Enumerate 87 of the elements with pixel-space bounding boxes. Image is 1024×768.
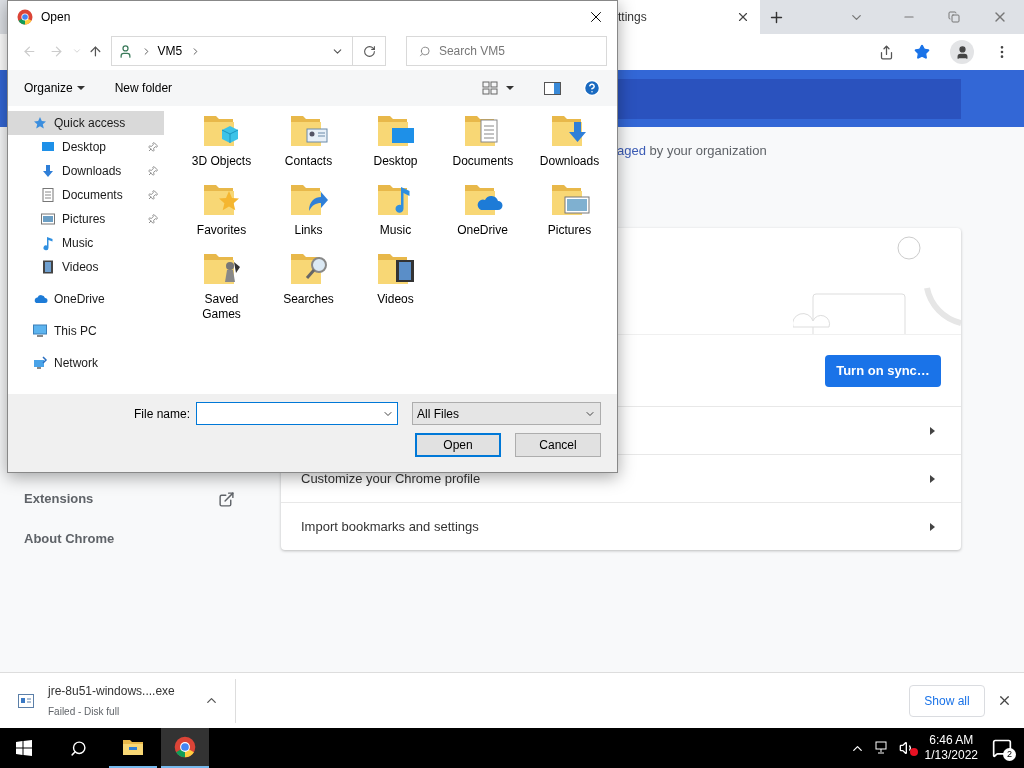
turn-on-sync-button[interactable]: Turn on sync… — [825, 354, 941, 387]
file-type-dropdown[interactable]: All Files — [412, 402, 601, 425]
settings-nav-item[interactable]: About Chrome — [24, 527, 235, 551]
nav-pane-label: Network — [54, 355, 99, 372]
folder-item[interactable]: Documents — [439, 110, 526, 178]
nav-pane-item[interactable]: This PC — [8, 319, 164, 343]
nav-pane-label: This PC — [54, 323, 98, 340]
folder-item[interactable]: Music — [352, 179, 439, 247]
chevron-icon[interactable] — [930, 426, 935, 435]
picture-icon — [40, 211, 56, 227]
notifications-icon[interactable] — [992, 738, 1012, 758]
nav-pane-item[interactable]: Desktop — [8, 135, 164, 159]
show-all-button[interactable]: Show all — [909, 684, 985, 717]
folder-item[interactable]: OneDrive — [439, 179, 526, 247]
search-input[interactable]: Search VM5 — [438, 42, 594, 60]
nav-pane-label: OneDrive — [54, 291, 106, 308]
nav-pane-label: Documents — [62, 187, 124, 204]
network-icon — [32, 355, 48, 371]
nav-pane-item[interactable]: Quick access — [8, 111, 164, 135]
clock-time[interactable]: 6:46 AM — [929, 733, 974, 748]
document-icon — [40, 187, 56, 203]
folder-item[interactable]: Saved Games — [178, 248, 265, 322]
address-bar[interactable]: VM5 — [110, 36, 387, 66]
share-icon[interactable] — [879, 44, 894, 60]
profile-avatar-icon[interactable] — [950, 40, 974, 64]
nav-pane-item[interactable]: Music — [8, 231, 164, 255]
clock-date[interactable]: 1/13/2022 — [924, 748, 978, 763]
search-icon — [419, 44, 431, 58]
folder-item[interactable]: Desktop — [352, 110, 439, 178]
nav-pane-label: Desktop — [62, 139, 108, 156]
chrome-taskbar-icon[interactable] — [161, 728, 209, 768]
file-name-label: File name: — [133, 405, 190, 423]
nav-pane-label: Music — [62, 235, 95, 252]
close-tab-icon[interactable] — [736, 10, 750, 24]
notification-count-badge: 2 — [1003, 748, 1016, 761]
close-download-bar-icon[interactable] — [997, 693, 1012, 708]
nav-pane-item[interactable]: Downloads — [8, 159, 164, 183]
bookmark-star-icon[interactable] — [914, 44, 930, 60]
download-icon — [40, 163, 56, 179]
dialog-button[interactable]: Cancel — [515, 433, 601, 457]
dialog-title: Open — [41, 8, 72, 26]
search-icon[interactable] — [70, 739, 87, 757]
folder-item[interactable]: Contacts — [265, 110, 352, 178]
nav-pane-item[interactable]: Documents — [8, 183, 164, 207]
nav-pane-label: Quick access — [54, 115, 127, 132]
settings-nav-item[interactable]: Extensions — [24, 487, 235, 511]
nav-pane-item[interactable]: OneDrive — [8, 287, 164, 311]
view-options-icon[interactable] — [482, 81, 498, 95]
view-dropdown-icon[interactable] — [506, 86, 514, 90]
nav-pane-item[interactable]: Pictures — [8, 207, 164, 231]
new-folder-button[interactable]: New folder — [114, 79, 173, 97]
folder-item[interactable]: Pictures — [526, 179, 613, 247]
folder-item[interactable]: Downloads — [526, 110, 613, 178]
nav-pane-label: Videos — [62, 259, 100, 276]
breadcrumb-item[interactable]: VM5 — [157, 42, 183, 60]
start-windows-icon[interactable] — [16, 740, 32, 756]
folder-item[interactable]: 3D Objects — [178, 110, 265, 178]
preview-pane-icon[interactable] — [544, 81, 561, 95]
managed-link[interactable]: aged — [617, 143, 646, 158]
nav-pane-item[interactable]: Network — [8, 351, 164, 375]
nav-pane-label: Downloads — [62, 163, 123, 180]
dialog-button[interactable]: Open — [415, 433, 501, 457]
nav-pane-label: Pictures — [62, 211, 107, 228]
installer-file-icon — [18, 693, 34, 708]
file-name-field[interactable] — [196, 402, 398, 425]
download-status: Failed - Disk full — [48, 705, 121, 719]
video-icon — [40, 259, 56, 275]
managed-notice: aged by your organization — [617, 143, 767, 158]
settings-row[interactable]: Import bookmarks and settings — [281, 502, 961, 550]
search-field[interactable]: Search VM5 — [406, 36, 607, 66]
refresh-icon[interactable] — [362, 44, 376, 58]
music-icon — [40, 235, 56, 251]
folder-item[interactable]: Links — [265, 179, 352, 247]
chrome-logo-icon — [17, 8, 33, 25]
star-icon — [32, 115, 48, 131]
pc-icon — [32, 323, 48, 339]
help-icon[interactable] — [583, 79, 601, 97]
download-filename: jre-8u51-windows....exe — [48, 683, 176, 700]
folder-item[interactable]: Videos — [352, 248, 439, 322]
chevron-icon — [930, 474, 935, 483]
nav-pane-item[interactable]: Videos — [8, 255, 164, 279]
folder-item[interactable]: Searches — [265, 248, 352, 322]
organize-button[interactable]: Organize — [24, 79, 85, 97]
user-folder-icon — [117, 43, 133, 59]
chevron-icon — [930, 522, 935, 531]
up-icon[interactable] — [87, 43, 103, 59]
folder-item[interactable]: Favorites — [178, 179, 265, 247]
